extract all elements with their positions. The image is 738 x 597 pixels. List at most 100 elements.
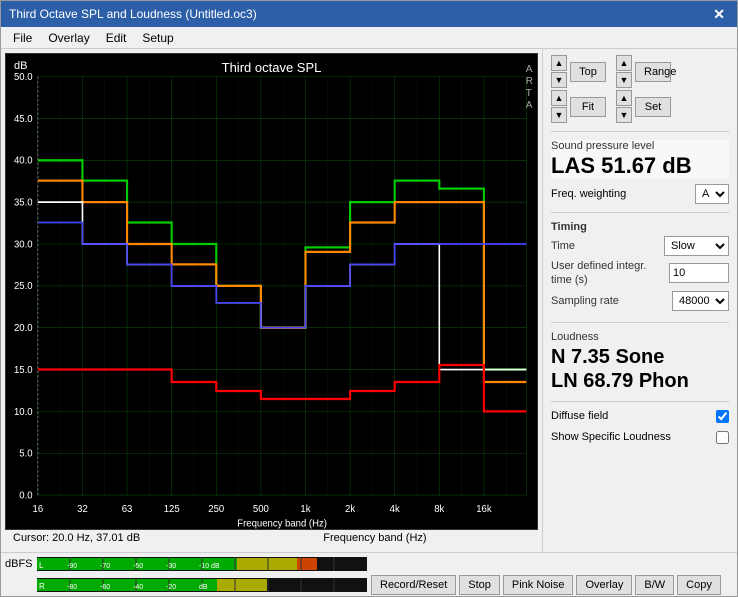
- svg-text:-90: -90: [67, 563, 77, 570]
- fit-up-button[interactable]: ▲: [551, 90, 567, 106]
- svg-text:20.0: 20.0: [14, 323, 33, 334]
- menu-setup[interactable]: Setup: [134, 29, 181, 47]
- top-controls: ▲ ▼ Top ▲ ▼ Fit: [551, 55, 729, 123]
- svg-text:45.0: 45.0: [14, 114, 33, 125]
- show-specific-row: Show Specific Loudness: [551, 431, 729, 444]
- loudness-ln: LN 68.79 Phon: [551, 369, 729, 393]
- chart-title: Third octave SPL: [222, 60, 322, 75]
- svg-text:500: 500: [253, 504, 269, 515]
- time-label: Time: [551, 239, 664, 253]
- cursor-text: Cursor: 20.0 Hz, 37.01 dB: [13, 532, 140, 544]
- range-up-button[interactable]: ▲: [616, 55, 632, 71]
- record-reset-button[interactable]: Record/Reset: [371, 575, 456, 595]
- spl-section: Sound pressure level LAS 51.67 dB: [551, 140, 729, 178]
- svg-text:-10 dB: -10 dB: [199, 563, 220, 570]
- freq-weighting-label: Freq. weighting: [551, 188, 626, 200]
- top-down-button[interactable]: ▼: [551, 72, 567, 88]
- pink-noise-button[interactable]: Pink Noise: [503, 575, 574, 595]
- dbfs-label: dBFS: [5, 558, 33, 570]
- freq-weighting-select[interactable]: A B C Z: [695, 184, 729, 204]
- svg-text:40.0: 40.0: [14, 155, 33, 166]
- level-row-l: dBFS L -90 -70 -5: [1, 553, 737, 575]
- menu-edit[interactable]: Edit: [98, 29, 135, 47]
- set-button[interactable]: Set: [635, 97, 671, 117]
- fit-button[interactable]: Fit: [570, 97, 606, 117]
- svg-text:Frequency band (Hz): Frequency band (Hz): [237, 518, 327, 529]
- svg-text:125: 125: [164, 504, 180, 515]
- set-down-button[interactable]: ▼: [616, 107, 632, 123]
- svg-text:63: 63: [122, 504, 133, 515]
- loudness-n: N 7.35 Sone: [551, 345, 729, 369]
- set-up-button[interactable]: ▲: [616, 90, 632, 106]
- window-title: Third Octave SPL and Loudness (Untitled.…: [9, 7, 257, 21]
- user-integr-label: User defined integr. time (s): [551, 259, 669, 288]
- show-specific-label: Show Specific Loudness: [551, 431, 671, 443]
- svg-text:30.0: 30.0: [14, 239, 33, 250]
- svg-text:35.0: 35.0: [14, 197, 33, 208]
- divider1: [551, 131, 729, 132]
- copy-button[interactable]: Copy: [677, 575, 721, 595]
- spl-section-label: Sound pressure level: [551, 140, 729, 152]
- timing-section: Timing Time Slow Fast Impulse User defin…: [551, 221, 729, 314]
- time-row: Time Slow Fast Impulse: [551, 236, 729, 256]
- svg-text:32: 32: [77, 504, 88, 515]
- close-button[interactable]: ✕: [709, 6, 729, 23]
- show-specific-checkbox[interactable]: [716, 431, 729, 444]
- range-button[interactable]: Range: [635, 62, 671, 82]
- chart-svg: 50.0 45.0 40.0 35.0 30.0 25.0 20.0 15.0 …: [6, 54, 537, 529]
- level-meter-r: R -80 -60 -40 -20 dB: [37, 578, 367, 592]
- svg-text:-30: -30: [166, 563, 176, 570]
- diffuse-field-label: Diffuse field: [551, 410, 608, 422]
- fit-down-button[interactable]: ▼: [551, 107, 567, 123]
- range-down-button[interactable]: ▼: [616, 72, 632, 88]
- svg-text:R: R: [39, 582, 45, 591]
- time-select[interactable]: Slow Fast Impulse: [664, 236, 729, 256]
- diffuse-field-checkbox[interactable]: [716, 410, 729, 423]
- level-row-r: dBFS R -80 -60 -40 -20 dB: [1, 575, 737, 597]
- right-panel: ▲ ▼ Top ▲ ▼ Fit: [542, 49, 737, 552]
- svg-text:-20: -20: [166, 584, 176, 591]
- overlay-button[interactable]: Overlay: [576, 575, 632, 595]
- divider2: [551, 212, 729, 213]
- main-window: Third Octave SPL and Loudness (Untitled.…: [0, 0, 738, 597]
- top-up-button[interactable]: ▲: [551, 55, 567, 71]
- svg-text:5.0: 5.0: [19, 448, 33, 459]
- divider4: [551, 401, 729, 402]
- cursor-info: Cursor: 20.0 Hz, 37.01 dB Frequency band…: [5, 530, 538, 548]
- timing-label: Timing: [551, 221, 729, 233]
- chart-container: dB Third octave SPL ARTA: [5, 53, 538, 530]
- svg-text:50.0: 50.0: [14, 72, 33, 83]
- svg-text:-80: -80: [67, 584, 77, 591]
- sampling-rate-label: Sampling rate: [551, 294, 672, 308]
- svg-text:25.0: 25.0: [14, 281, 33, 292]
- user-integr-row: User defined integr. time (s): [551, 259, 729, 288]
- menu-overlay[interactable]: Overlay: [40, 29, 97, 47]
- menu-file[interactable]: File: [5, 29, 40, 47]
- svg-text:-50: -50: [133, 563, 143, 570]
- title-bar: Third Octave SPL and Loudness (Untitled.…: [1, 1, 737, 27]
- bottom-bar: dBFS L -90 -70 -5: [1, 552, 737, 596]
- sampling-rate-select[interactable]: 44100 48000 96000: [672, 291, 729, 311]
- stop-button[interactable]: Stop: [459, 575, 500, 595]
- svg-text:2k: 2k: [345, 504, 355, 515]
- freq-weighting-row: Freq. weighting A B C Z: [551, 184, 729, 204]
- db-label: dB: [14, 60, 27, 72]
- level-meter-l: L -90 -70 -50 -30 -10 dB: [37, 557, 367, 571]
- spl-value: LAS 51.67 dB: [551, 154, 729, 178]
- svg-text:-70: -70: [100, 563, 110, 570]
- divider3: [551, 322, 729, 323]
- svg-text:L: L: [39, 561, 44, 570]
- svg-text:15.0: 15.0: [14, 365, 33, 376]
- arta-label: ARTA: [526, 64, 533, 112]
- top-button[interactable]: Top: [570, 62, 606, 82]
- user-integr-input[interactable]: [669, 263, 729, 283]
- svg-text:-60: -60: [100, 584, 110, 591]
- svg-text:-40: -40: [133, 584, 143, 591]
- diffuse-field-row: Diffuse field: [551, 410, 729, 423]
- content-area: dB Third octave SPL ARTA: [1, 49, 737, 552]
- bw-button[interactable]: B/W: [635, 575, 674, 595]
- loudness-section: Loudness N 7.35 Sone LN 68.79 Phon: [551, 331, 729, 393]
- svg-text:4k: 4k: [390, 504, 400, 515]
- sampling-rate-row: Sampling rate 44100 48000 96000: [551, 291, 729, 311]
- freq-band-label: Frequency band (Hz): [323, 532, 426, 544]
